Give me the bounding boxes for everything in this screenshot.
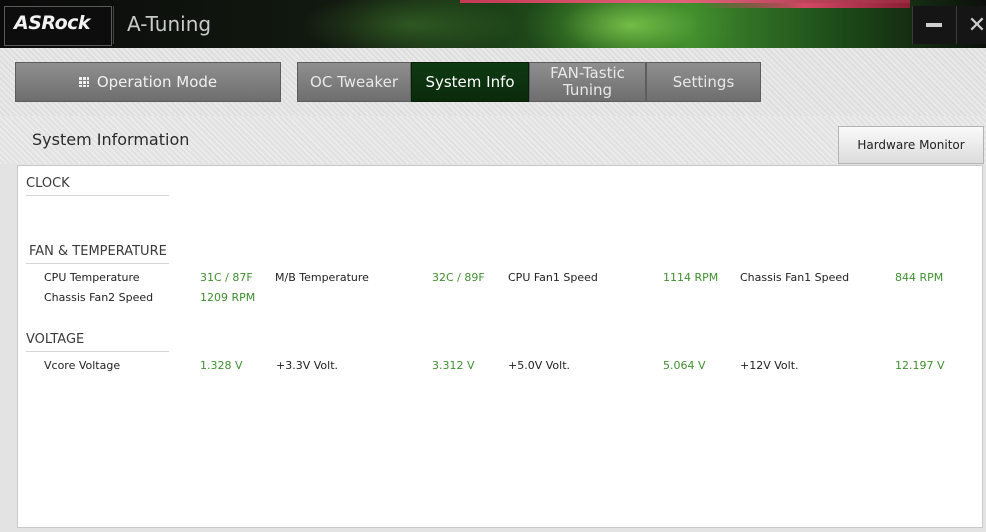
chassis-fan1-speed-value: 844 RPM: [895, 271, 944, 284]
cpu-temperature-value: 31C / 87F: [200, 271, 253, 284]
chassis-fan2-speed-label: Chassis Fan2 Speed: [44, 291, 154, 304]
mb-temperature-value: 32C / 89F: [432, 271, 485, 284]
title-divider: [113, 6, 114, 44]
tab-system-info[interactable]: System Info: [411, 62, 529, 102]
section-title-clock: CLOCK: [26, 176, 70, 191]
section-title-fan-temperature: FAN & TEMPERATURE: [29, 244, 167, 259]
3v3-voltage-label: +3.3V Volt.: [276, 359, 338, 372]
section-divider: [26, 195, 169, 196]
section-title-voltage: VOLTAGE: [26, 332, 85, 347]
tab-label: FAN-Tastic Tuning: [550, 64, 625, 99]
tab-settings[interactable]: Settings: [646, 62, 761, 102]
vcore-voltage-value: 1.328 V: [200, 359, 243, 372]
asrock-logo: ASRock: [14, 12, 91, 34]
grid-icon: [78, 77, 89, 87]
3v3-voltage-value: 3.312 V: [432, 359, 475, 372]
title-bar-glow: [300, 0, 520, 48]
tab-oc-tweaker[interactable]: OC Tweaker: [297, 62, 411, 102]
title-bar: ASRock A-Tuning ✕: [0, 0, 986, 48]
info-panel: CLOCK FAN & TEMPERATURE CPU Temperature …: [17, 165, 983, 528]
tab-label: System Info: [425, 73, 515, 91]
close-icon: ✕: [967, 12, 986, 38]
minimize-icon: [926, 23, 942, 27]
12v-voltage-label: +12V Volt.: [740, 359, 799, 372]
cpu-temperature-label: CPU Temperature: [44, 271, 140, 284]
12v-voltage-value: 12.197 V: [895, 359, 945, 372]
minimize-button[interactable]: [912, 6, 955, 44]
5v-voltage-value: 5.064 V: [663, 359, 706, 372]
page-title: System Information: [32, 130, 190, 149]
5v-voltage-label: +5.0V Volt.: [508, 359, 570, 372]
app-title: A-Tuning: [127, 12, 212, 36]
operation-mode-label: Operation Mode: [96, 73, 218, 91]
cpu-fan1-speed-label: CPU Fan1 Speed: [508, 271, 598, 284]
tab-label: OC Tweaker: [310, 73, 398, 91]
operation-mode-button[interactable]: Operation Mode: [15, 62, 281, 102]
mb-temperature-label: M/B Temperature: [275, 271, 369, 284]
hardware-monitor-button[interactable]: Hardware Monitor: [838, 126, 984, 164]
chassis-fan2-speed-value: 1209 RPM: [200, 291, 256, 304]
vcore-voltage-label: Vcore Voltage: [44, 359, 121, 372]
tab-fan-tastic-tuning[interactable]: FAN-Tastic Tuning: [529, 62, 646, 102]
section-divider: [26, 351, 169, 352]
title-bar-accent-strip: [460, 0, 910, 3]
section-divider: [26, 263, 169, 264]
close-button[interactable]: ✕: [956, 6, 986, 44]
tab-label: Settings: [672, 73, 735, 91]
cpu-fan1-speed-value: 1114 RPM: [663, 271, 719, 284]
chassis-fan1-speed-label: Chassis Fan1 Speed: [740, 271, 850, 284]
